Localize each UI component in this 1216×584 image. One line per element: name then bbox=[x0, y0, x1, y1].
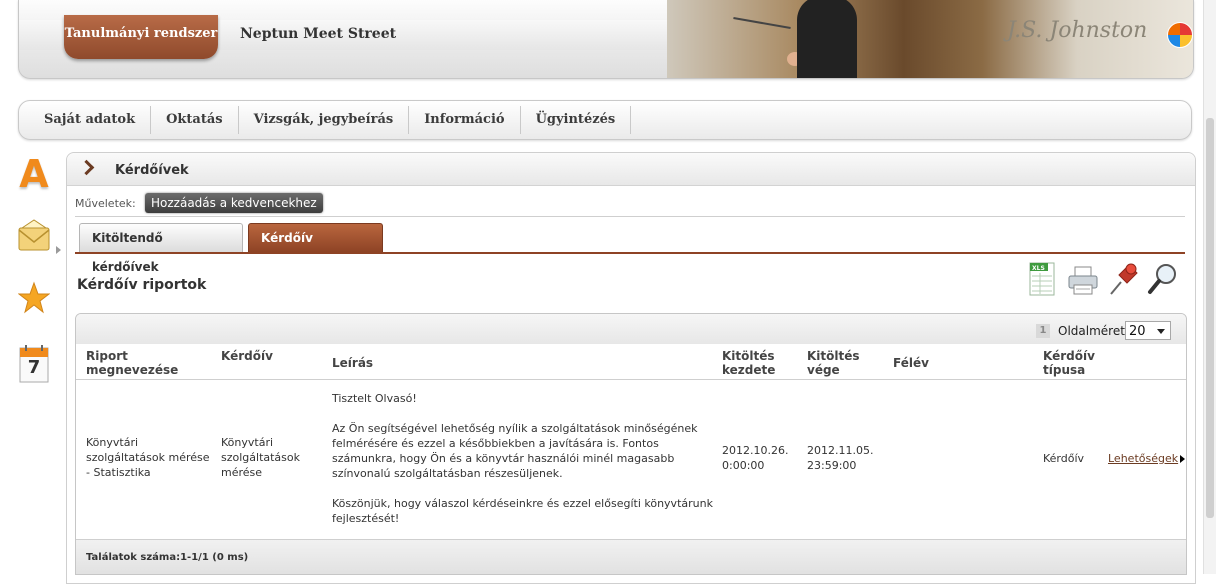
page-size-select[interactable]: 20 bbox=[1125, 321, 1171, 340]
xls-export-icon[interactable]: XLS bbox=[1027, 261, 1059, 297]
column-header-end[interactable]: Kitöltés vége bbox=[807, 349, 860, 377]
cell-survey: Könyvtári szolgáltatások mérése bbox=[221, 436, 301, 479]
svg-text:XLS: XLS bbox=[1032, 265, 1045, 272]
tab-surveys-to-fill[interactable]: Kitöltendő kérdőívek bbox=[79, 223, 243, 274]
system-title: Neptun Meet Street bbox=[240, 26, 397, 42]
column-header-start[interactable]: Kitöltés kezdete bbox=[722, 349, 775, 377]
page-number[interactable]: 1 bbox=[1036, 324, 1050, 338]
options-arrow-icon[interactable] bbox=[1180, 455, 1185, 463]
menu-item-information[interactable]: Információ bbox=[409, 106, 521, 134]
report-table: 1 Oldalméret 20 Riport megnevezése Kérdőí… bbox=[75, 313, 1187, 575]
cell-start: 2012.10.26. 0:00:00 bbox=[722, 444, 789, 472]
pager-bar: 1 Oldalméret 20 bbox=[76, 314, 1186, 344]
photo-signature: J.S. Johnston bbox=[1007, 18, 1148, 43]
photo-figure bbox=[797, 0, 857, 78]
search-icon[interactable] bbox=[1147, 261, 1179, 297]
menu-item-own-data[interactable]: Saját adatok bbox=[29, 106, 152, 134]
menu-item-administration[interactable]: Ügyintézés bbox=[521, 106, 632, 134]
tab-survey-reports[interactable]: Kérdőív riportok bbox=[248, 223, 383, 274]
a-letter-icon[interactable]: A bbox=[18, 155, 50, 195]
cell-type: Kérdőív bbox=[1043, 452, 1085, 465]
main-menu: Saját adatok Oktatás Vizsgák, jegybeírás… bbox=[18, 100, 1192, 140]
result-count: Találatok száma:1-1/1 (0 ms) bbox=[86, 552, 249, 563]
content-panel: Kérdőívek Műveletek: Hozzáadás a kedvenc… bbox=[66, 152, 1196, 584]
header-photo: J.S. Johnston bbox=[667, 0, 1193, 78]
options-link[interactable]: Lehetőségek bbox=[1108, 452, 1178, 465]
page-size-label: Oldalméret bbox=[1058, 324, 1125, 338]
page-size-value: 20 bbox=[1129, 324, 1146, 339]
mail-icon[interactable] bbox=[18, 218, 50, 258]
divider bbox=[75, 216, 1185, 217]
chevron-right-icon[interactable] bbox=[78, 159, 95, 176]
photo-pointer bbox=[733, 16, 791, 30]
cell-report-name: Könyvtári szolgáltatások mérése - Statiszt… bbox=[86, 436, 210, 479]
calendar-day: 7 bbox=[27, 357, 41, 378]
chevron-down-icon bbox=[1157, 329, 1165, 334]
menu-item-exams[interactable]: Vizsgák, jegybeírás bbox=[239, 106, 410, 134]
cell-description: Tisztelt Olvasó! Az Ön segítségével lehe… bbox=[332, 392, 713, 525]
operations-label: Műveletek: bbox=[75, 197, 136, 210]
results-footer: Találatok száma:1-1/1 (0 ms) bbox=[76, 539, 1186, 574]
scrollbar-thumb[interactable] bbox=[1206, 118, 1214, 518]
panel-header: Kérdőívek bbox=[67, 153, 1195, 186]
tab-underline bbox=[75, 252, 1185, 254]
system-tab[interactable]: Tanulmányi rendszer bbox=[64, 15, 218, 59]
column-header-survey[interactable]: Kérdőív bbox=[221, 349, 273, 363]
cell-end: 2012.11.05. 23:59:00 bbox=[807, 444, 874, 472]
color-theme-icon[interactable] bbox=[1167, 22, 1193, 48]
panel-title: Kérdőívek bbox=[115, 163, 189, 178]
pin-icon[interactable] bbox=[1107, 261, 1139, 297]
header-divider bbox=[76, 379, 1186, 380]
print-icon[interactable] bbox=[1067, 261, 1099, 297]
sidebar-expand-icon[interactable] bbox=[56, 246, 61, 254]
menu-item-education[interactable]: Oktatás bbox=[151, 106, 239, 134]
column-header-semester[interactable]: Félév bbox=[893, 356, 929, 370]
section-title: Kérdőív riportok bbox=[77, 277, 207, 293]
column-header-description[interactable]: Leírás bbox=[332, 356, 373, 370]
vertical-scrollbar[interactable] bbox=[1203, 0, 1216, 574]
add-to-favorites-button[interactable]: Hozzáadás a kedvencekhez bbox=[145, 193, 323, 213]
star-icon[interactable] bbox=[17, 280, 51, 320]
column-header-report-name[interactable]: Riport megnevezése bbox=[86, 349, 178, 377]
column-header-type[interactable]: Kérdőív típusa bbox=[1043, 349, 1095, 377]
